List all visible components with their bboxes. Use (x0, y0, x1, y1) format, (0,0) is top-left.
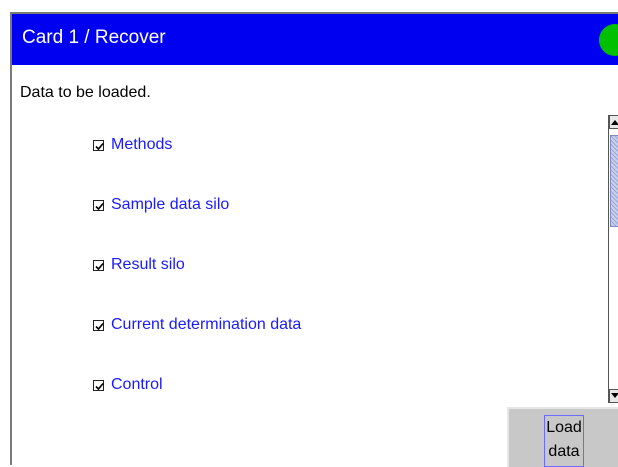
window-title: Card 1 / Recover (22, 27, 166, 48)
arrow-up-icon[interactable] (609, 115, 618, 129)
load-data-button[interactable]: Load data (507, 407, 618, 467)
load-button-label-line1: Load (546, 419, 582, 436)
check-icon (95, 382, 104, 390)
checkbox-icon[interactable] (93, 259, 104, 271)
checkbox-icon[interactable] (93, 139, 104, 151)
vertical-scrollbar[interactable] (608, 115, 618, 403)
title-bar: Card 1 / Recover (12, 14, 618, 65)
checkbox-item-result-silo[interactable]: Result silo (93, 253, 185, 277)
checkbox-item-current-determination-data[interactable]: Current determination data (93, 313, 301, 337)
section-heading: Data to be loaded. (20, 84, 151, 101)
checkbox-item-methods[interactable]: Methods (93, 133, 172, 157)
check-icon (95, 142, 104, 150)
checkbox-label: Sample data silo (111, 196, 230, 213)
recover-panel: Card 1 / Recover Data to be loaded. Meth… (10, 12, 618, 467)
scrollbar-thumb[interactable] (610, 135, 618, 227)
check-icon (95, 322, 104, 330)
checkbox-item-sample-data-silo[interactable]: Sample data silo (93, 193, 229, 217)
checkbox-label: Result silo (111, 256, 185, 273)
checkbox-item-control[interactable]: Control (93, 373, 163, 397)
focus-outline: Load data (544, 415, 584, 467)
checkbox-icon[interactable] (93, 319, 104, 331)
checkbox-icon[interactable] (93, 379, 104, 391)
arrow-down-icon[interactable] (609, 389, 618, 403)
check-icon (95, 202, 104, 210)
load-button-label-line2: data (548, 443, 580, 460)
check-icon (95, 262, 104, 270)
checkbox-label: Current determination data (111, 316, 302, 333)
checkbox-icon[interactable] (93, 199, 104, 211)
status-indicator-icon (599, 24, 618, 56)
checkbox-label: Methods (111, 136, 173, 153)
checkbox-label: Control (111, 376, 163, 393)
